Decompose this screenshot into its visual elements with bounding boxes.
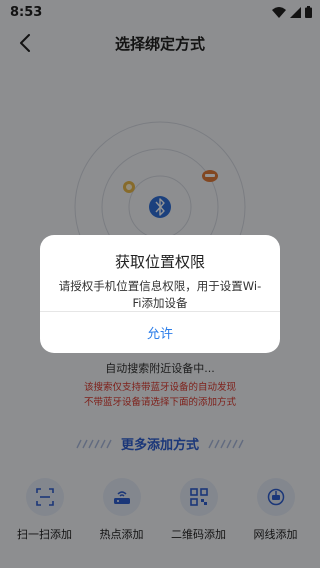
permission-dialog: 获取位置权限 请授权手机位置信息权限，用于设置Wi-Fi添加设备 允许 — [40, 235, 280, 353]
dialog-title: 获取位置权限 — [114, 253, 205, 271]
dialog-message: 请授权手机位置信息权限，用于设置Wi-Fi添加设备 — [58, 279, 262, 310]
allow-button[interactable]: 允许 — [40, 312, 280, 353]
